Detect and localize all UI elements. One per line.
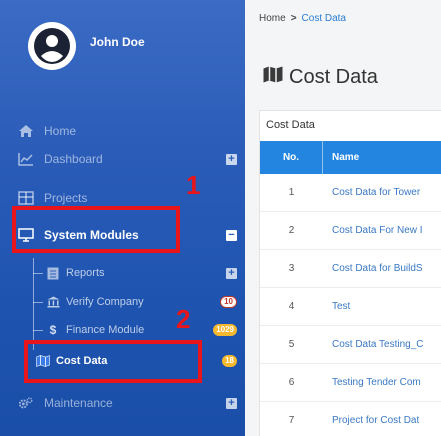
sidebar-item-label: Home <box>44 124 77 138</box>
row-name-link[interactable]: Cost Data for BuildS <box>323 263 423 274</box>
dollar-icon: $ <box>49 323 57 337</box>
table-row[interactable]: 3 Cost Data for BuildS <box>260 250 441 288</box>
row-number: 4 <box>288 301 295 312</box>
table-row[interactable]: 4 Test <box>260 288 441 326</box>
table-header: No. Name <box>260 141 441 174</box>
chart-icon <box>18 151 34 167</box>
count-badge: 10 <box>220 296 237 308</box>
row-name-link[interactable]: Cost Data for Tower <box>323 187 420 198</box>
row-name-link[interactable]: Cost Data For New I <box>323 225 423 236</box>
sidebar-item-label: Projects <box>44 191 88 205</box>
count-badge: 1029 <box>213 324 237 336</box>
table-row[interactable]: 2 Cost Data For New I <box>260 212 441 250</box>
table-row[interactable]: 6 Testing Tender Com <box>260 364 441 402</box>
sidebar-subitem-label: Reports <box>66 267 105 279</box>
page-title-text: Cost Data <box>289 66 378 88</box>
sidebar-item-dashboard[interactable]: Dashboard + <box>0 141 245 177</box>
annotation-number: 1 <box>186 170 201 200</box>
table-row[interactable]: 5 Cost Data Testing_C <box>260 326 441 364</box>
user-profile[interactable]: John Doe <box>28 22 145 70</box>
main-content: Home > Cost Data Cost Data Cost Data No. N… <box>245 0 441 436</box>
expand-toggle[interactable]: + <box>226 397 237 409</box>
card-title: Cost Data <box>266 119 315 131</box>
column-header-name[interactable]: Name <box>323 152 359 163</box>
row-number: 6 <box>288 377 295 388</box>
home-icon <box>18 123 34 139</box>
map-icon <box>263 66 283 89</box>
avatar[interactable] <box>28 22 76 70</box>
breadcrumb-current[interactable]: Cost Data <box>302 13 346 24</box>
sidebar-item-label: Maintenance <box>44 396 113 410</box>
sidebar: John Doe Home Dashboard + Projects Syste… <box>0 0 245 436</box>
breadcrumb: Home > Cost Data <box>259 13 346 24</box>
cost-data-card: Cost Data No. Name 1 Cost Data for Tower… <box>259 110 441 436</box>
report-icon <box>46 266 60 280</box>
sidebar-subitem-verify-company[interactable]: Verify Company 10 <box>0 288 245 316</box>
table-icon <box>18 190 34 206</box>
row-number: 3 <box>288 263 295 274</box>
table-row[interactable]: 7 Project for Cost Dat <box>260 402 441 436</box>
table-row[interactable]: 1 Cost Data for Tower <box>260 174 441 212</box>
sidebar-item-maintenance[interactable]: Maintenance + <box>0 385 245 421</box>
breadcrumb-separator: > <box>290 13 297 24</box>
count-badge: 18 <box>222 355 237 367</box>
row-name-link[interactable]: Project for Cost Dat <box>323 415 419 426</box>
expand-toggle[interactable]: + <box>226 153 237 165</box>
user-icon <box>30 24 74 68</box>
row-name-link[interactable]: Testing Tender Com <box>323 377 421 388</box>
page-title: Cost Data <box>263 66 378 89</box>
gears-icon <box>18 395 34 411</box>
sidebar-subitem-label: Finance Module <box>66 324 145 336</box>
breadcrumb-home-link[interactable]: Home <box>259 13 286 24</box>
row-name-link[interactable]: Test <box>323 301 350 312</box>
bank-icon <box>46 295 60 309</box>
row-number: 5 <box>288 339 295 350</box>
row-number: 1 <box>288 187 295 198</box>
sidebar-subitem-reports[interactable]: Reports + <box>0 259 245 287</box>
row-name-link[interactable]: Cost Data Testing_C <box>323 339 424 350</box>
user-name: John Doe <box>90 35 145 49</box>
expand-toggle[interactable]: + <box>226 267 237 279</box>
annotation-number: 2 <box>176 304 191 334</box>
sidebar-item-label: Dashboard <box>44 152 103 166</box>
row-number: 7 <box>288 415 295 426</box>
highlight-box-cost-data <box>24 340 202 383</box>
collapse-toggle[interactable]: − <box>226 229 237 241</box>
column-header-no[interactable]: No. <box>260 141 323 174</box>
sidebar-subitem-label: Verify Company <box>66 296 144 308</box>
highlight-box-system-modules <box>12 206 180 253</box>
row-number: 2 <box>288 225 295 236</box>
